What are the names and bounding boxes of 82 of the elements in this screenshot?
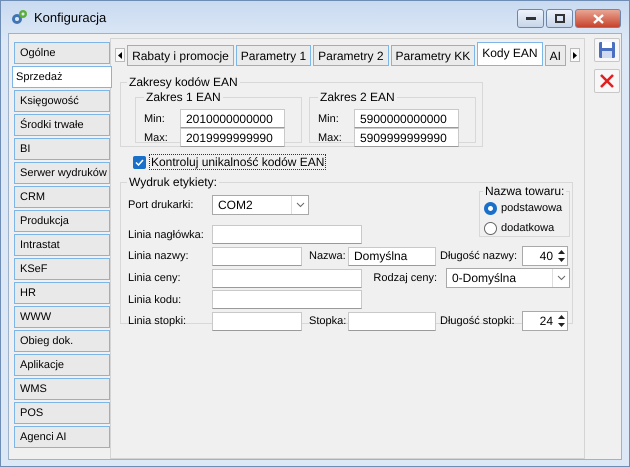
field-label: Min: (144, 112, 166, 124)
field-label: Linia stopki: (128, 315, 188, 327)
field-label: Rodzaj ceny: (372, 272, 438, 284)
radio-button[interactable] (484, 222, 497, 234)
sidebar-item[interactable]: WWW (14, 306, 110, 328)
check-icon (135, 158, 144, 166)
field-label: Linia kodu: (128, 294, 182, 306)
tab[interactable]: Rabaty i promocje (127, 45, 234, 66)
field-label: Stopka: (308, 315, 348, 327)
text-field[interactable] (212, 246, 302, 266)
group-title: Zakresy kodów EAN (127, 75, 240, 89)
sidebar-item[interactable]: Agenci AI (14, 426, 110, 448)
printer-port-dropdown[interactable]: COM2 (212, 195, 309, 215)
tab[interactable]: Parametry 2 (313, 45, 389, 66)
close-button[interactable] (575, 9, 621, 28)
scroll-right-button[interactable] (570, 48, 580, 62)
maximize-button[interactable] (546, 9, 573, 28)
sidebar-item[interactable]: Serwer wydruków (14, 162, 110, 184)
group-title: Zakres 1 EAN (144, 90, 223, 104)
field-label: Linia ceny: (128, 272, 182, 284)
scroll-left-button[interactable] (115, 48, 126, 62)
tab[interactable]: Parametry KK (390, 45, 476, 66)
tab[interactable]: Parametry 1 (236, 45, 312, 66)
sidebar-item[interactable]: BI (14, 138, 110, 160)
sidebar-item[interactable]: Intrastat (14, 234, 110, 256)
sidebar-item[interactable]: HR (14, 282, 110, 304)
price-type-dropdown[interactable]: 0-Domyślna (446, 268, 570, 288)
field-label: Max: (144, 132, 169, 144)
radio-label[interactable]: podstawowa (501, 202, 562, 214)
close-icon (592, 14, 604, 24)
text-field[interactable] (212, 312, 302, 330)
field-label: Min: (318, 112, 340, 124)
triangle-left-icon (118, 52, 122, 58)
text-field[interactable]: 2019999999990 (180, 128, 285, 147)
field-label: Port drukarki: (128, 199, 194, 211)
text-field[interactable] (212, 268, 362, 288)
field-label: Max: (318, 132, 343, 144)
text-field[interactable]: 5900000000000 (354, 109, 459, 128)
field-label: Długość stopki: (439, 315, 516, 327)
sidebar-item[interactable]: CRM (14, 186, 110, 208)
sidebar-item[interactable]: Ogólne (14, 42, 110, 64)
sidebar-item[interactable]: Środki trwałe (14, 114, 110, 136)
radio-button[interactable] (484, 202, 497, 214)
checkbox[interactable] (133, 156, 146, 168)
field-label: Linia nazwy: (128, 250, 190, 262)
maximize-icon (554, 14, 564, 23)
minimize-icon (526, 16, 536, 20)
window-title: Konfiguracja (34, 10, 108, 24)
field-label: Linia nagłówka: (128, 228, 205, 240)
chevron-down-icon (556, 275, 566, 281)
field-label: Nazwa: (308, 250, 347, 262)
text-field[interactable]: Domyślna (348, 246, 436, 266)
tab[interactable]: AI (544, 45, 566, 66)
sidebar-item[interactable]: KSeF (14, 258, 110, 280)
sidebar-item[interactable]: Produkcja (14, 210, 110, 232)
sidebar-item[interactable]: Aplikacje (14, 354, 110, 376)
text-field[interactable]: 2010000000000 (180, 109, 285, 128)
close-icon (599, 73, 615, 89)
sidebar-item[interactable]: POS (14, 402, 110, 424)
field-label: Długość nazwy: (439, 250, 518, 262)
text-field[interactable] (212, 290, 362, 309)
number-spinner[interactable]: 40 (522, 246, 568, 266)
triangle-right-icon (572, 52, 577, 58)
text-field[interactable] (212, 225, 362, 244)
gears-icon (10, 9, 28, 25)
chevron-down-icon (296, 202, 304, 208)
sidebar-item[interactable]: WMS (14, 378, 110, 400)
group-title: Wydruk etykiety: (127, 175, 219, 189)
minimize-button[interactable] (517, 9, 544, 28)
group-title: Nazwa towaru: (483, 184, 566, 198)
number-spinner[interactable]: 24 (522, 311, 568, 331)
sidebar-item[interactable]: Księgowość (14, 90, 110, 112)
save-button[interactable] (594, 38, 620, 62)
checkbox-label[interactable]: Kontroluj unikalność kodów EAN (149, 154, 326, 170)
text-field[interactable]: 5909999999990 (354, 128, 459, 147)
sidebar-item[interactable]: Obieg dok. (14, 330, 110, 352)
radio-label[interactable]: dodatkowa (501, 222, 554, 234)
sidebar-item[interactable]: Sprzedaż (12, 66, 112, 88)
text-field[interactable] (348, 312, 436, 330)
cancel-button[interactable] (594, 69, 620, 93)
tab[interactable]: Kody EAN (477, 42, 543, 66)
group-title: Zakres 2 EAN (318, 90, 397, 104)
